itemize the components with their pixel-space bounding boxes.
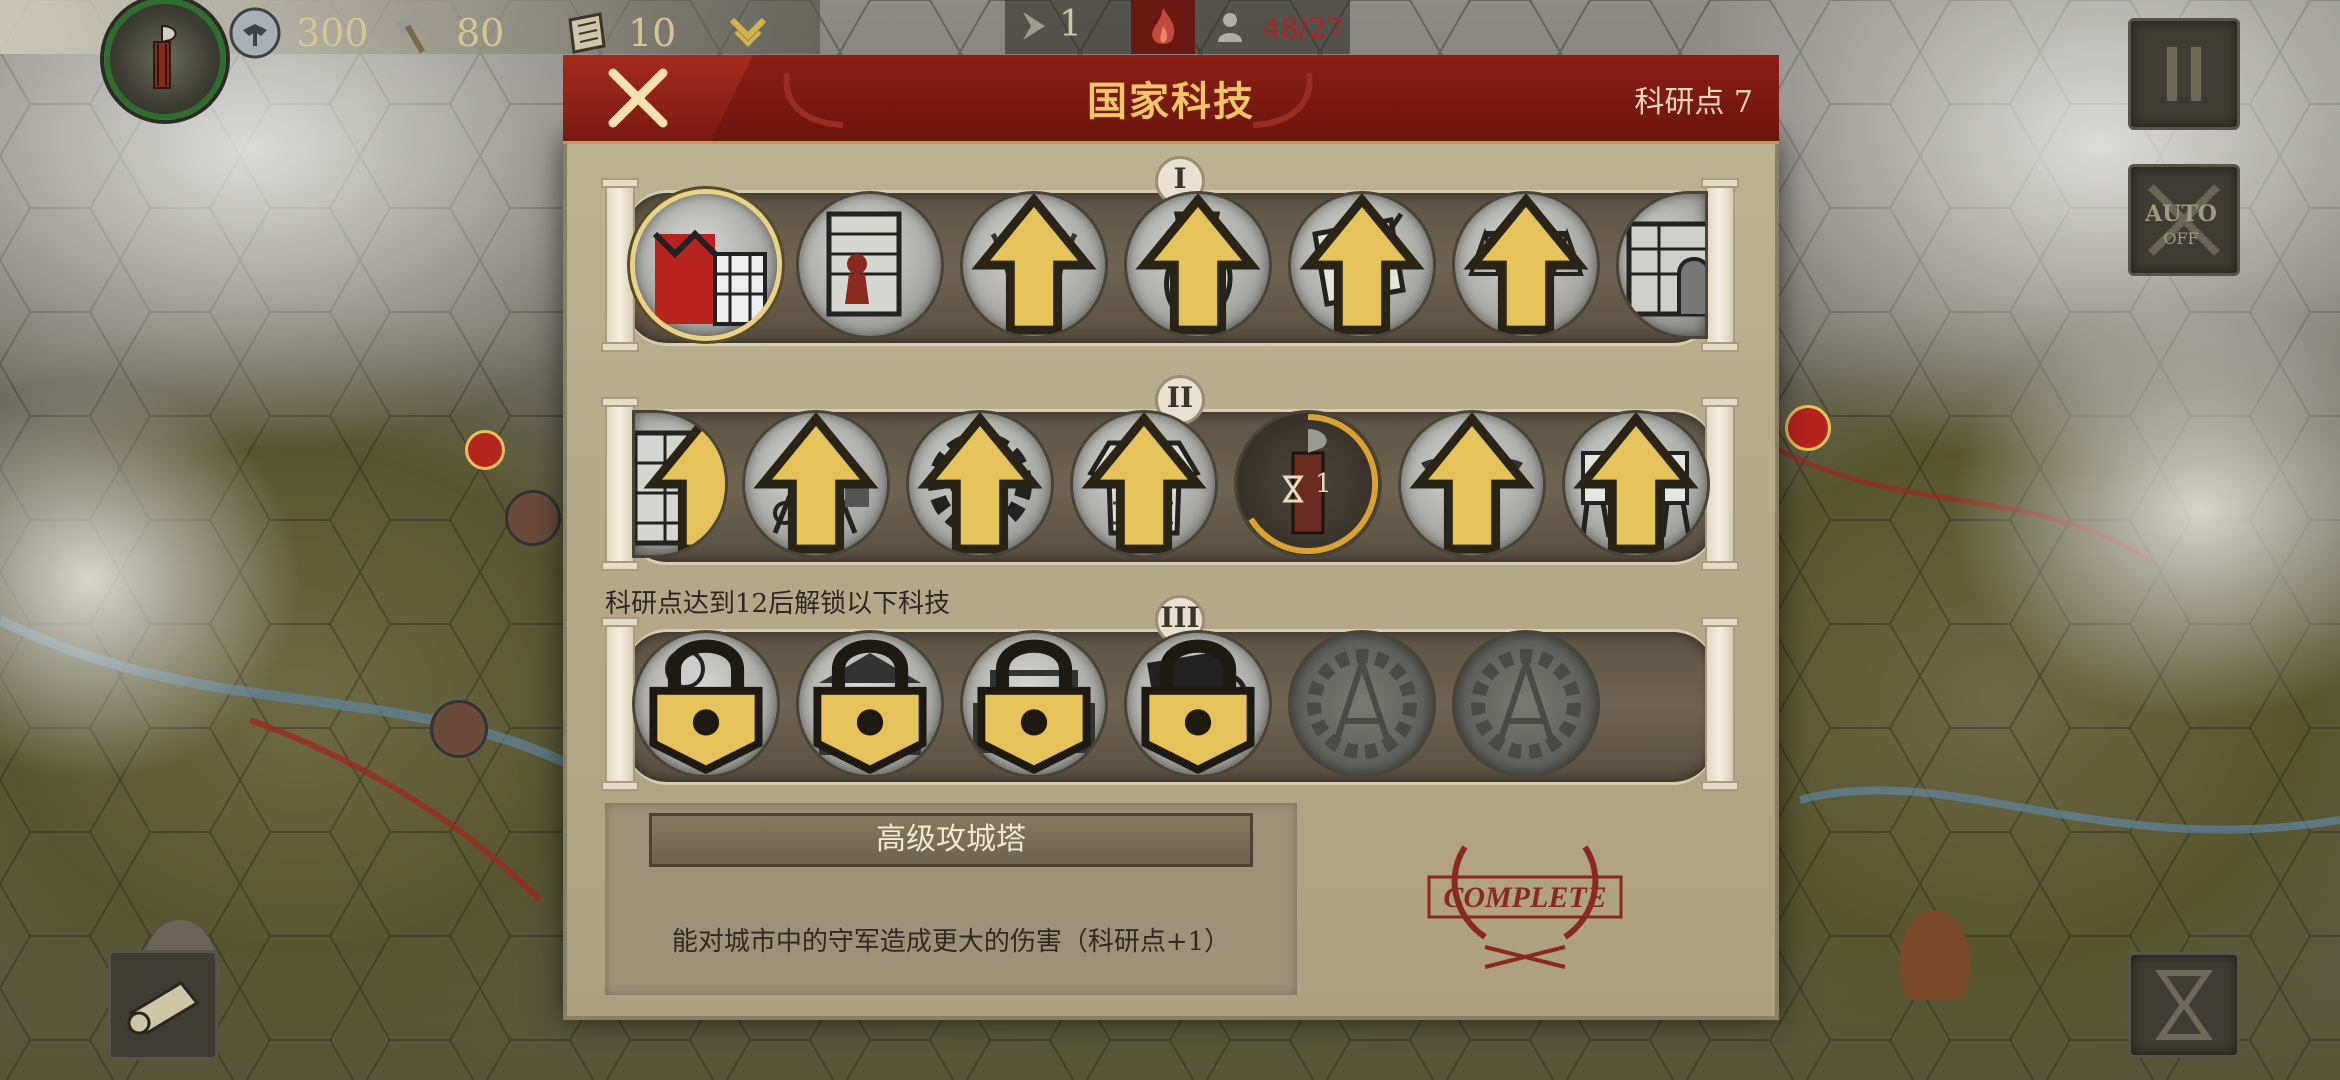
- unit-marker[interactable]: [505, 490, 561, 546]
- upgrade-arrow-icon: [1573, 413, 1699, 554]
- upgrade-arrow-icon: [753, 413, 879, 554]
- upgrade-arrow-icon: [1135, 194, 1261, 335]
- population-count: 48/27: [1263, 12, 1344, 45]
- tech-eagle-standard[interactable]: [1401, 413, 1543, 555]
- upgrade-arrow-icon: [643, 413, 725, 554]
- silver-amount: 300: [296, 11, 369, 55]
- national-tech-dialog: 国家科技 科研点 7 I II 1 科研点达到12后解锁以下科技 III 高级攻…: [563, 55, 1779, 1020]
- compass-gear-icon: [1307, 649, 1417, 759]
- tech-engineering[interactable]: [909, 413, 1051, 555]
- scroll-resource[interactable]: 10: [560, 6, 676, 60]
- tech-tier-2: II 1: [601, 375, 1739, 571]
- cavalry-unit[interactable]: [1880, 880, 1990, 1000]
- tech-fasces-researching[interactable]: 1: [1237, 413, 1379, 555]
- pillar-right: [1701, 178, 1739, 352]
- turn-status-panel: 1 48/27: [1005, 0, 1350, 54]
- tech-tier-3: III: [601, 595, 1739, 791]
- tech-description: 能对城市中的守军造成更大的伤害（科研点+1）: [671, 927, 1231, 957]
- upgrade-arrow-icon: [1463, 194, 1589, 335]
- dialog-header: 国家科技 科研点 7: [563, 55, 1779, 144]
- fasces-icon: [153, 24, 177, 89]
- tech-name-banner: 高级攻城塔: [649, 813, 1253, 867]
- complete-stamp: COMPLETE: [1427, 845, 1623, 969]
- lock-icon: [813, 639, 927, 775]
- tech-chainmail[interactable]: [1073, 413, 1215, 555]
- hammer-resource[interactable]: 80: [388, 6, 504, 60]
- tech-hidden-1[interactable]: [1291, 633, 1433, 775]
- pillar-right: [1701, 397, 1739, 571]
- eagle-coin-icon: [228, 6, 282, 60]
- tech-info-panel: 高级攻城塔 能对城市中的守军造成更大的伤害（科研点+1）: [605, 803, 1297, 995]
- tech-hidden-2[interactable]: [1455, 633, 1597, 775]
- chevron-down-icon[interactable]: [728, 14, 768, 48]
- silver-resource[interactable]: 300: [228, 6, 369, 60]
- tech-law[interactable]: [1455, 194, 1597, 336]
- upgrade-arrow-icon: [971, 194, 1097, 335]
- faction-emblem[interactable]: [104, 0, 226, 120]
- population-icon: [1215, 10, 1245, 48]
- end-turn-button[interactable]: [2128, 952, 2240, 1058]
- tech-crane[interactable]: [745, 413, 887, 555]
- upgrade-arrow-icon: [1409, 413, 1535, 554]
- scroll-menu-button[interactable]: [108, 950, 218, 1060]
- research-timer: 1: [1315, 469, 1332, 499]
- aqueduct-icon: [1626, 221, 1705, 317]
- gate-worker-icon: [826, 211, 902, 317]
- upgrade-arrow-icon: [1081, 413, 1207, 554]
- auto-state: OFF: [2163, 229, 2199, 248]
- lock-icon: [649, 639, 763, 775]
- research-points: 科研点 7: [1634, 85, 1753, 120]
- auto-button[interactable]: AUTO OFF: [2128, 164, 2240, 276]
- lock-icon: [1141, 639, 1255, 775]
- tech-pottery[interactable]: [1127, 194, 1269, 336]
- hammer-amount: 80: [456, 11, 505, 55]
- action-icon: [1015, 6, 1055, 50]
- dialog-title: 国家科技: [1087, 78, 1255, 125]
- tech-aqueduct[interactable]: [1619, 194, 1705, 336]
- hammer-icon: [388, 6, 442, 60]
- tech-forum-locked[interactable]: [963, 633, 1105, 775]
- upgrade-arrow-icon: [1299, 194, 1425, 335]
- unlock-requirement-text: 科研点达到12后解锁以下科技: [605, 589, 951, 619]
- lock-icon: [977, 639, 1091, 775]
- fire-icon[interactable]: [1131, 0, 1195, 54]
- fasces-icon: [1248, 414, 1379, 554]
- tech-agriculture[interactable]: [963, 194, 1105, 336]
- siege-tower-icon: [652, 229, 767, 326]
- compass-gear-icon: [1471, 649, 1581, 759]
- scroll-icon: [560, 6, 614, 60]
- scroll-icon: [127, 981, 200, 1035]
- pillar-left: [601, 178, 639, 352]
- tech-temple-locked[interactable]: [799, 633, 941, 775]
- tech-legion-march[interactable]: [1565, 413, 1707, 555]
- actions-count: 1: [1059, 4, 1082, 45]
- tech-document-locked[interactable]: [1127, 633, 1269, 775]
- scroll-amount: 10: [628, 11, 677, 55]
- tech-wall[interactable]: [635, 413, 725, 555]
- complete-text: COMPLETE: [1443, 881, 1606, 914]
- pillar-right: [1701, 617, 1739, 791]
- unit-marker[interactable]: [430, 700, 488, 758]
- tech-siege-tower[interactable]: [635, 194, 777, 336]
- pillar-left: [601, 617, 639, 791]
- unit-marker[interactable]: [465, 430, 505, 470]
- pause-button[interactable]: [2128, 18, 2240, 130]
- tech-writing[interactable]: [1291, 194, 1433, 336]
- upgrade-arrow-icon: [917, 413, 1043, 554]
- hourglass-icon: [2155, 970, 2213, 1040]
- auto-label: AUTO: [2145, 201, 2217, 227]
- tech-tier-1: I: [601, 156, 1739, 352]
- unit-marker[interactable]: [1785, 405, 1831, 451]
- tech-legionary-locked[interactable]: [635, 633, 777, 775]
- pillar-left: [601, 397, 639, 571]
- tech-gate-worker[interactable]: [799, 194, 941, 336]
- pause-icon: [2167, 47, 2201, 101]
